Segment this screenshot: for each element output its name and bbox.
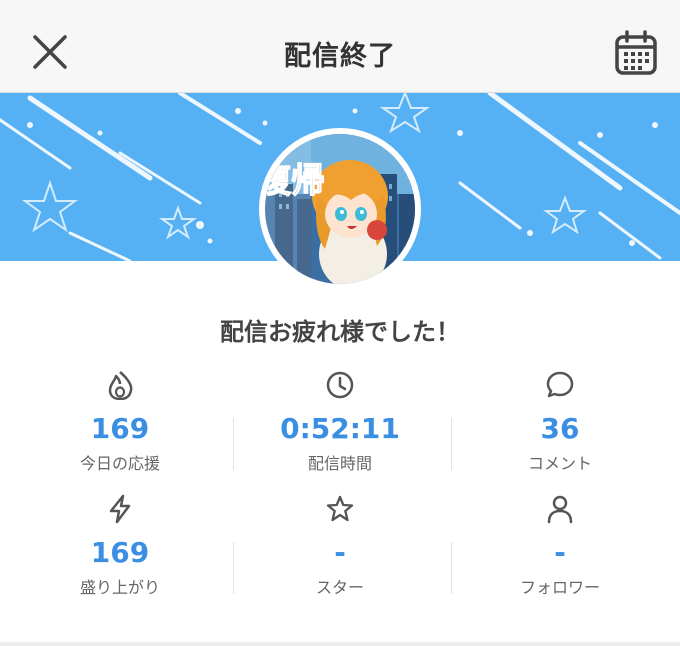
stat-label: 配信時間	[307, 454, 372, 473]
person-icon	[547, 495, 573, 524]
stat-value: -	[554, 536, 566, 569]
avatar-text: 復帰	[265, 161, 325, 201]
comment-icon	[546, 371, 574, 398]
end-message: 配信お疲れ様でした！	[220, 318, 460, 346]
bottom-divider	[0, 642, 680, 646]
stats-row-2: 169 盛り上がり - スター - フォロワー	[0, 486, 680, 604]
page-title: 配信終了	[284, 41, 396, 72]
stat-label: スター	[315, 578, 364, 597]
stat-comments: 36 コメント	[447, 362, 673, 480]
lightning-icon	[109, 494, 131, 524]
avatar[interactable]: 復帰	[259, 128, 421, 290]
stat-label: 今日の応援	[79, 454, 160, 473]
stats-row-1: 169 今日の応援 0:52:11 配信時間 36 コメント	[0, 362, 680, 480]
stat-value: -	[334, 536, 346, 569]
stat-stars: - スター	[227, 486, 453, 604]
stat-label: 盛り上がり	[79, 578, 160, 597]
header-bar: 配信終了	[0, 0, 680, 93]
flame-icon	[108, 371, 133, 400]
stat-followers: - フォロワー	[447, 486, 673, 604]
stat-value: 169	[90, 536, 150, 569]
stat-cheers: 169 今日の応援	[7, 362, 233, 480]
stat-value: 0:52:11	[280, 412, 400, 445]
calendar-icon[interactable]	[614, 30, 658, 76]
stat-label: フォロワー	[519, 578, 600, 597]
stat-value: 169	[90, 412, 150, 445]
stat-value: 36	[540, 412, 580, 445]
avatar-image: 復帰	[265, 134, 415, 284]
clock-icon	[326, 371, 354, 399]
stat-excitement: 169 盛り上がり	[7, 486, 233, 604]
star-icon	[326, 495, 354, 522]
stat-label: コメント	[527, 454, 592, 473]
stat-duration: 0:52:11 配信時間	[227, 362, 453, 480]
